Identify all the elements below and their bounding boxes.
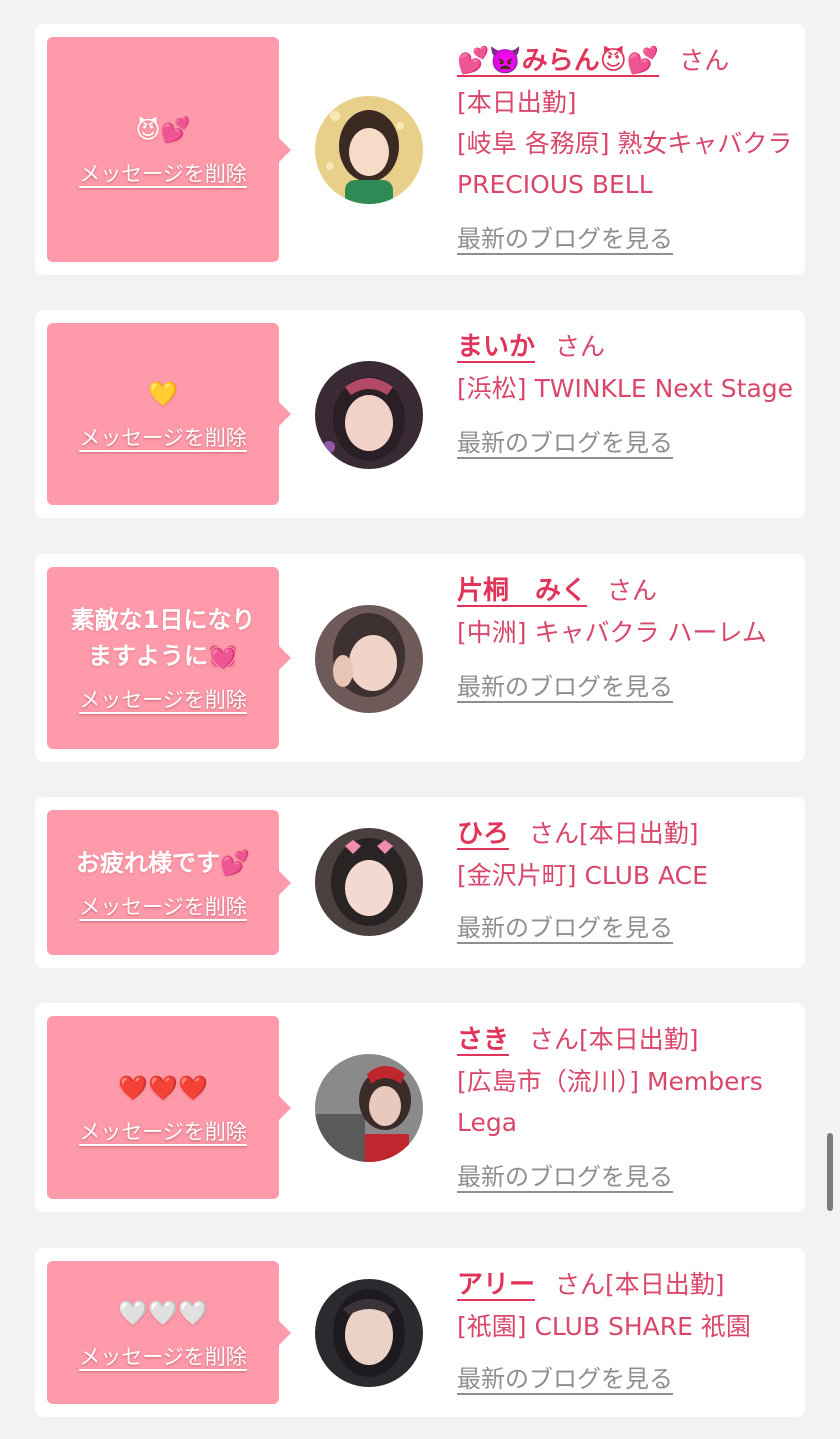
latest-blog-link[interactable]: 最新のブログを見る — [457, 219, 673, 260]
message-card: お疲れ様です💕 メッセージを削除 ひろ さん[本日出勤] [金沢片町] CLUB … — [35, 797, 805, 968]
avatar-image — [315, 361, 423, 469]
cast-name-link[interactable]: さき — [457, 1025, 509, 1055]
latest-blog-link[interactable]: 最新のブログを見る — [457, 423, 673, 464]
shop-info: [岐阜 各務原] 熟女キャバクラ PRECIOUS BELL — [457, 129, 793, 199]
delete-message-link[interactable]: メッセージを削除 — [79, 684, 247, 714]
message-bubble: 素敵な1日になりますように💓 メッセージを削除 — [47, 567, 291, 749]
honorific: さん — [555, 332, 606, 361]
avatar-image — [315, 96, 423, 204]
shop-info: [祇園] CLUB SHARE 祇園 — [457, 1312, 751, 1341]
honorific: さん — [529, 819, 580, 848]
message-text: 💛 — [148, 380, 178, 408]
cast-name-link[interactable]: 💕👿みらん😈💕 — [457, 46, 659, 76]
avatar[interactable] — [315, 361, 423, 469]
message-bubble: 🤍🤍🤍 メッセージを削除 — [47, 1261, 291, 1404]
cast-name-link[interactable]: アリー — [457, 1270, 535, 1300]
avatar[interactable] — [315, 605, 423, 713]
cast-info: 片桐 みく さん [中洲] キャバクラ ハーレム 最新のブログを見る — [457, 570, 802, 708]
scrollbar[interactable] — [827, 1133, 833, 1211]
message-text: お疲れ様です💕 — [76, 848, 250, 877]
attendance-status: [本日出勤] — [605, 1270, 725, 1299]
delete-message-link[interactable]: メッセージを削除 — [79, 422, 247, 452]
avatar[interactable] — [315, 828, 423, 936]
latest-blog-link[interactable]: 最新のブログを見る — [457, 1157, 673, 1198]
message-text: ❤️❤️❤️ — [118, 1073, 208, 1102]
message-bubble: 💛 メッセージを削除 — [47, 323, 291, 505]
message-card: ❤️❤️❤️ メッセージを削除 さき さん[本日出勤] [広島市（流川）] Mem… — [35, 1003, 805, 1212]
avatar[interactable] — [315, 1054, 423, 1162]
cast-name-link[interactable]: 片桐 みく — [457, 576, 587, 606]
latest-blog-link[interactable]: 最新のブログを見る — [457, 667, 673, 708]
message-card: 🤍🤍🤍 メッセージを削除 アリー さん[本日出勤] [祇園] CLUB SHARE… — [35, 1248, 805, 1417]
latest-blog-link[interactable]: 最新のブログを見る — [457, 1359, 673, 1400]
cast-info: ひろ さん[本日出勤] [金沢片町] CLUB ACE 最新のブログを見る — [457, 813, 802, 949]
avatar-image — [315, 1279, 423, 1387]
cast-info: さき さん[本日出勤] [広島市（流川）] Members Lega 最新のブログ… — [457, 1019, 802, 1198]
honorific: さん — [679, 46, 730, 75]
message-bubble: お疲れ様です💕 メッセージを削除 — [47, 810, 291, 955]
shop-info: [浜松] TWINKLE Next Stage — [457, 374, 794, 403]
message-text: 素敵な1日になりますように💓 — [70, 606, 256, 670]
honorific: さん — [607, 576, 658, 605]
honorific: さん — [529, 1025, 580, 1054]
shop-info: [広島市（流川）] Members Lega — [457, 1067, 763, 1137]
latest-blog-link[interactable]: 最新のブログを見る — [457, 908, 673, 949]
message-text: 🤍🤍🤍 — [118, 1298, 208, 1327]
shop-info: [中洲] キャバクラ ハーレム — [457, 618, 767, 647]
shop-info: [金沢片町] CLUB ACE — [457, 861, 708, 890]
avatar-image — [315, 605, 423, 713]
message-bubble: 😈💕 メッセージを削除 — [47, 37, 291, 262]
attendance-status: [本日出勤] — [457, 88, 577, 117]
avatar[interactable] — [315, 1279, 423, 1387]
honorific: さん — [555, 1270, 606, 1299]
delete-message-link[interactable]: メッセージを削除 — [79, 1341, 247, 1371]
avatar[interactable] — [315, 96, 423, 204]
cast-info: まいか さん [浜松] TWINKLE Next Stage 最新のブログを見る — [457, 326, 802, 464]
message-text: 😈💕 — [135, 115, 191, 144]
cast-name-link[interactable]: まいか — [457, 332, 535, 362]
avatar-image — [315, 828, 423, 936]
avatar-image — [315, 1054, 423, 1162]
cast-info: 💕👿みらん😈💕 さん [本日出勤] [岐阜 各務原] 熟女キャバクラ PRECIO… — [457, 40, 802, 260]
attendance-status: [本日出勤] — [579, 819, 699, 848]
cast-name-link[interactable]: ひろ — [457, 819, 509, 849]
message-card: 💛 メッセージを削除 まいか さん [浜松] TWINKLE Next Stage… — [35, 310, 805, 518]
delete-message-link[interactable]: メッセージを削除 — [79, 891, 247, 921]
cast-info: アリー さん[本日出勤] [祇園] CLUB SHARE 祇園 最新のブログを見る — [457, 1264, 802, 1400]
message-card: 😈💕 メッセージを削除 💕👿みらん😈💕 さん [本日出勤] [岐阜 各務原] 熟女… — [35, 24, 805, 275]
delete-message-link[interactable]: メッセージを削除 — [79, 1116, 247, 1146]
message-card: 素敵な1日になりますように💓 メッセージを削除 片桐 みく さん [中洲] キャバ… — [35, 554, 805, 762]
message-bubble: ❤️❤️❤️ メッセージを削除 — [47, 1016, 291, 1199]
delete-message-link[interactable]: メッセージを削除 — [79, 158, 247, 188]
attendance-status: [本日出勤] — [579, 1025, 699, 1054]
